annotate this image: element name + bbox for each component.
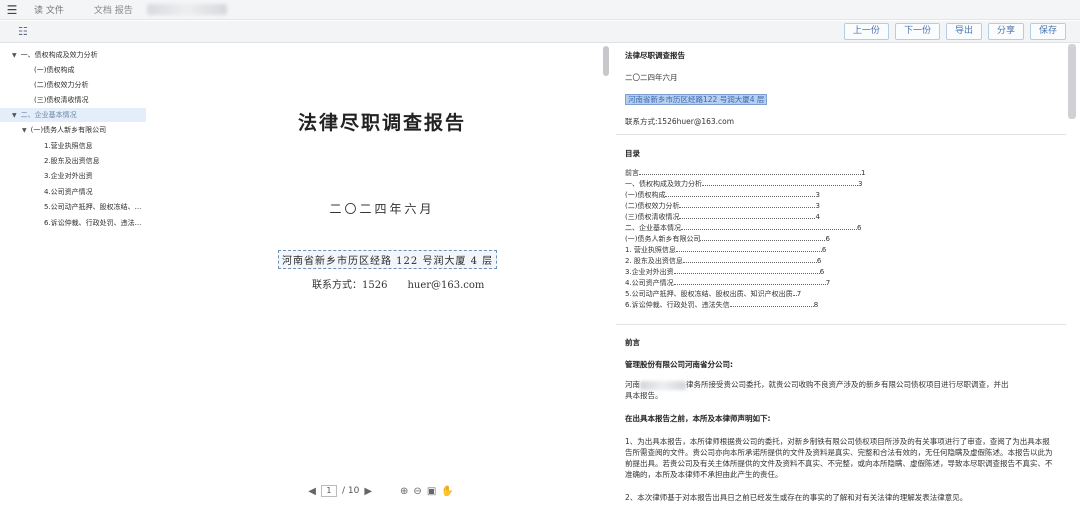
document-date: 二〇二四年六月 bbox=[329, 202, 435, 216]
document-title: 法律尽职调查报告 bbox=[297, 112, 466, 134]
divider bbox=[616, 324, 1066, 325]
panel-contact: 联系方式:1526huer@163.com bbox=[625, 117, 735, 126]
redacted-name bbox=[640, 380, 686, 390]
toc-item[interactable]: (一)债务人新乡有限公司 6 bbox=[625, 234, 830, 245]
outline-item-2-selected[interactable]: ▼ 二、企业基本情况 bbox=[0, 108, 146, 122]
toc-item[interactable]: 6.诉讼仲裁、行政处罚、违法失信 8 bbox=[625, 300, 818, 311]
toc-item[interactable]: 二、企业基本情况 6 bbox=[625, 223, 861, 234]
zoom-in-icon[interactable]: ⊕ bbox=[400, 486, 408, 497]
outline-item-2-1-3[interactable]: 3.企业对外出资 bbox=[44, 169, 93, 183]
document-viewer: 法律尽职调查报告 二〇二四年六月 河南省新乡市历区经路 122 号润大厦 4 层… bbox=[146, 44, 616, 515]
toc-item[interactable]: 2. 股东及出资信息 6 bbox=[625, 256, 821, 267]
toc-item[interactable]: (三)债权清收情况 4 bbox=[625, 212, 820, 223]
document-page: 法律尽职调查报告 二〇二四年六月 河南省新乡市历区经路 122 号润大厦 4 层… bbox=[162, 44, 602, 481]
expand-arrow-icon[interactable]: ▼ bbox=[12, 52, 17, 59]
outline-item-2-1-2[interactable]: 2.股东及出资信息 bbox=[44, 154, 100, 168]
text-panel: 法律尽职调查报告 二〇二四年六月 河南省新乡市历区经路122 号润大厦4 层 联… bbox=[616, 44, 1066, 515]
outline-item-2-1[interactable]: ▼ (一)债务人新乡有限公司 bbox=[22, 123, 106, 137]
outline-item-2-1-4[interactable]: 4.公司资产情况 bbox=[44, 185, 93, 199]
intro-paragraph: 河南 律务所接受贵公司委托，就贵公司收购不良资产涉及的新乡有限公司债权项目进行尽职… bbox=[625, 380, 1009, 400]
toc-item[interactable]: 一、债权构成及效力分析 3 bbox=[625, 179, 862, 190]
outline-sidebar: ▼ 一、债权构成及效力分析 (一)债权构成 (二)债权效力分析 (三)债权清收情况… bbox=[0, 44, 146, 515]
outline-item-2-1-5[interactable]: 5.公司动产抵押、股权冻结、... bbox=[44, 200, 141, 214]
toc-item[interactable]: 5.公司动产抵押、股权冻结、股权出质、知识产权出质 7 bbox=[625, 289, 801, 300]
next-document-button[interactable]: 下一份 bbox=[894, 23, 940, 40]
viewer-scrollbar[interactable] bbox=[603, 46, 609, 76]
toc-item[interactable]: (二)债权效力分析 3 bbox=[625, 201, 820, 212]
outline-toggle-icon[interactable]: ☷ bbox=[18, 25, 28, 38]
panel-date: 二〇二四年六月 bbox=[625, 73, 678, 82]
page-total: / 10 bbox=[341, 486, 360, 496]
zoom-out-icon[interactable]: ⊖ bbox=[413, 486, 421, 497]
statement-paragraph-1: 1、为出具本报告，本所律师根据贵公司的委托，对新乡制铁有限公司债权项目所涉及的有… bbox=[625, 437, 1053, 479]
prev-page-icon[interactable]: ◀ bbox=[308, 486, 316, 497]
hamburger-menu-icon[interactable]: ☰ bbox=[4, 0, 20, 20]
statement-paragraph-2: 2、本次律师基于对本报告出具日之前已经发生或存在的事实的了解和对有关法律的理解发… bbox=[625, 493, 968, 502]
outline-item-2-1-1[interactable]: 1.营业执照信息 bbox=[44, 139, 93, 153]
panel-scrollbar[interactable] bbox=[1068, 44, 1076, 119]
document-contact: 联系方式：1526 huer@163.com bbox=[312, 280, 485, 291]
panel-address-selected[interactable]: 河南省新乡市历区经路122 号润大厦4 层 bbox=[625, 94, 768, 105]
fit-page-icon[interactable]: ▣ bbox=[427, 486, 436, 497]
toc-item[interactable]: 3.企业对外出资 6 bbox=[625, 267, 824, 278]
redacted-title bbox=[146, 4, 227, 15]
prev-document-button[interactable]: 上一份 bbox=[843, 23, 889, 40]
toc-item[interactable]: 前言 1 bbox=[625, 168, 865, 179]
expand-arrow-icon[interactable]: ▼ bbox=[12, 112, 17, 119]
toolbar-buttons: 上一份 下一份 导出 分享 保存 bbox=[843, 23, 1066, 40]
app-tab[interactable]: 读 文件 bbox=[34, 3, 64, 16]
page-number-input[interactable]: 1 bbox=[320, 485, 337, 497]
page-navigation: ◀ 1 / 10 ▶ ⊕ ⊖ ▣ ✋ bbox=[146, 481, 616, 501]
hand-tool-icon[interactable]: ✋ bbox=[441, 486, 453, 497]
statement-title: 在出具本报告之前，本所及本律师声明如下: bbox=[625, 414, 771, 423]
toc-title: 目录 bbox=[625, 149, 640, 158]
outline-item-2-1-6[interactable]: 6.诉讼仲裁、行政处罚、违法... bbox=[44, 216, 141, 230]
app-tab-2[interactable]: 文档 报告 bbox=[94, 3, 133, 16]
toc-item[interactable]: 1. 营业执照信息 6 bbox=[625, 245, 826, 256]
document-address-selected[interactable]: 河南省新乡市历区经路 122 号润大厦 4 层 bbox=[278, 250, 498, 269]
save-button[interactable]: 保存 bbox=[1029, 23, 1066, 40]
addressee: 管理股份有限公司河南省分公司: bbox=[625, 360, 733, 369]
panel-title: 法律尽职调查报告 bbox=[625, 51, 685, 60]
title-bar: ☰ 读 文件 文档 报告 bbox=[0, 0, 1080, 20]
expand-arrow-icon[interactable]: ▼ bbox=[22, 127, 27, 134]
outline-item-1-3[interactable]: (三)债权清收情况 bbox=[34, 93, 88, 107]
next-page-icon[interactable]: ▶ bbox=[364, 486, 372, 497]
outline-item-1[interactable]: ▼ 一、债权构成及效力分析 bbox=[12, 48, 98, 62]
share-button[interactable]: 分享 bbox=[987, 23, 1024, 40]
preface-title: 前言 bbox=[625, 338, 640, 347]
outline-item-1-1[interactable]: (一)债权构成 bbox=[34, 63, 74, 77]
toolbar: ☷ 上一份 下一份 导出 分享 保存 bbox=[0, 21, 1080, 43]
export-button[interactable]: 导出 bbox=[945, 23, 982, 40]
toc-item[interactable]: (一)债权构成 3 bbox=[625, 190, 820, 201]
toc-item[interactable]: 4.公司资产情况 7 bbox=[625, 278, 830, 289]
divider bbox=[616, 134, 1066, 135]
outline-item-1-2[interactable]: (二)债权效力分析 bbox=[34, 78, 88, 92]
